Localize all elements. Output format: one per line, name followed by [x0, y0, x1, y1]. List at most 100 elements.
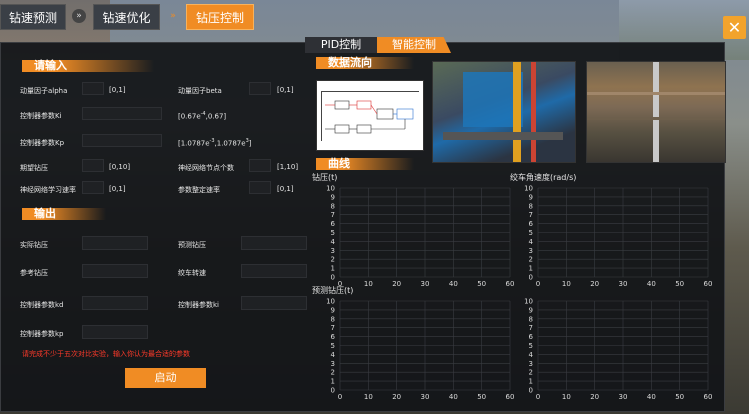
predicted-wob-label: 预测钻压 — [178, 241, 206, 249]
tab-drill-speed-optimization[interactable]: 钻速优化 — [93, 4, 160, 30]
y-tick-label: 1 — [331, 265, 335, 273]
y-tick-label: 10 — [524, 185, 533, 193]
y-tick-label: 2 — [529, 369, 533, 377]
data-flow-diagram-graphic — [321, 91, 419, 141]
alpha-range: [0,1] — [109, 86, 126, 94]
close-icon: ✕ — [727, 18, 742, 37]
kp-output — [82, 325, 148, 339]
predicted-wob-output — [241, 236, 307, 250]
y-tick-label: 7 — [529, 324, 533, 332]
x-tick-label: 50 — [477, 393, 486, 401]
nn-nodes-label: 神经网络节点个数 — [178, 164, 234, 172]
ki-range: [0.67e-4,0.67] — [178, 111, 227, 121]
x-tick-label: 50 — [675, 280, 684, 288]
y-tick-label: 8 — [331, 202, 335, 210]
y-tick-label: 7 — [331, 211, 335, 219]
output-section-header: 输出 — [22, 208, 106, 220]
kp-input[interactable] — [82, 134, 162, 147]
y-tick-label: 4 — [331, 238, 336, 246]
expected-wob-range: [0,10] — [109, 163, 131, 171]
reference-wob-output — [82, 264, 148, 278]
y-tick-label: 9 — [331, 306, 335, 314]
x-tick-label: 10 — [562, 393, 571, 401]
tab-weight-on-bit-control[interactable]: 钻压控制 — [186, 4, 254, 30]
y-tick-label: 6 — [529, 333, 534, 341]
x-tick-label: 60 — [704, 280, 713, 288]
y-tick-label: 1 — [529, 378, 533, 386]
nn-nodes-input[interactable] — [249, 159, 271, 172]
y-tick-label: 6 — [529, 220, 534, 228]
borehole-graphic — [587, 62, 725, 162]
ki-label: 控制器参数Ki — [20, 112, 62, 120]
x-tick-label: 50 — [675, 393, 684, 401]
y-tick-label: 4 — [331, 351, 336, 359]
y-tick-label: 3 — [529, 360, 533, 368]
y-tick-label: 0 — [529, 274, 533, 282]
y-tick-label: 5 — [529, 229, 533, 237]
reference-wob-label: 参考钻压 — [20, 269, 48, 277]
y-tick-label: 2 — [331, 369, 335, 377]
alpha-input[interactable] — [82, 82, 104, 95]
x-tick-label: 20 — [590, 280, 599, 288]
y-tick-label: 0 — [331, 274, 335, 282]
x-tick-label: 10 — [562, 280, 571, 288]
y-tick-label: 7 — [529, 211, 533, 219]
expected-wob-input[interactable] — [82, 159, 104, 172]
nn-learning-rate-label: 神经网络学习速率 — [20, 186, 76, 194]
y-tick-label: 10 — [524, 298, 533, 306]
y-tick-label: 4 — [529, 238, 534, 246]
tab-drill-speed-prediction[interactable]: 钻速预测 — [0, 4, 66, 30]
warning-text: 请完成不少于五次对比实验，输入你认为最合适的参数 — [22, 350, 190, 358]
nn-learning-rate-input[interactable] — [82, 181, 104, 194]
y-tick-label: 1 — [529, 265, 533, 273]
kp-range: [1.0787e-3,1.0787e3] — [178, 138, 252, 148]
y-tick-label: 8 — [331, 315, 335, 323]
y-tick-label: 8 — [529, 315, 533, 323]
x-tick-label: 40 — [647, 393, 656, 401]
actual-wob-label: 实际钻压 — [20, 241, 48, 249]
x-tick-label: 40 — [647, 280, 656, 288]
x-tick-label: 40 — [449, 280, 458, 288]
tab-pid-control[interactable]: PID控制 — [305, 37, 377, 53]
kd-label: 控制器参数kd — [20, 301, 64, 309]
winch-speed-label: 绞车转速 — [178, 269, 206, 277]
y-tick-label: 0 — [529, 387, 533, 395]
x-tick-label: 10 — [364, 393, 373, 401]
x-tick-label: 20 — [392, 280, 401, 288]
nn-learning-rate-range: [0,1] — [109, 185, 126, 193]
actual-wob-output — [82, 236, 148, 250]
y-tick-label: 6 — [331, 220, 336, 228]
tuning-rate-range: [0,1] — [277, 185, 294, 193]
y-tick-label: 2 — [529, 256, 533, 264]
y-tick-label: 6 — [331, 333, 336, 341]
x-tick-label: 10 — [364, 280, 373, 288]
y-tick-label: 3 — [331, 360, 335, 368]
y-tick-label: 10 — [326, 298, 335, 306]
ki-input[interactable] — [82, 107, 162, 120]
x-tick-label: 40 — [449, 393, 458, 401]
beta-range: [0,1] — [277, 86, 294, 94]
x-tick-label: 50 — [477, 280, 486, 288]
start-button[interactable]: 启动 — [125, 368, 206, 388]
ki-output — [241, 296, 307, 310]
y-tick-label: 5 — [529, 342, 533, 350]
beta-input[interactable] — [249, 82, 271, 95]
y-tick-label: 10 — [326, 185, 335, 193]
chevron-icon: » — [72, 9, 86, 23]
kd-output — [82, 296, 148, 310]
chart-2: 0123456789100 10 20 30 40 50 60 — [524, 185, 713, 289]
close-button[interactable]: ✕ — [723, 16, 746, 39]
kp-output-label: 控制器参数kp — [20, 330, 64, 338]
x-tick-label: 60 — [704, 393, 713, 401]
y-tick-label: 9 — [331, 193, 335, 201]
tuning-rate-label: 参数整定速率 — [178, 186, 220, 194]
tuning-rate-input[interactable] — [249, 181, 271, 194]
tab-intelligent-control[interactable]: 智能控制 — [377, 37, 451, 53]
kp-label: 控制器参数Kp — [20, 139, 65, 147]
y-tick-label: 9 — [529, 306, 533, 314]
nn-nodes-range: [1,10] — [277, 163, 299, 171]
borehole-image — [586, 61, 726, 163]
drilling-rig-graphic — [443, 62, 563, 162]
x-tick-label: 30 — [421, 393, 430, 401]
x-tick-label: 0 — [536, 393, 540, 401]
